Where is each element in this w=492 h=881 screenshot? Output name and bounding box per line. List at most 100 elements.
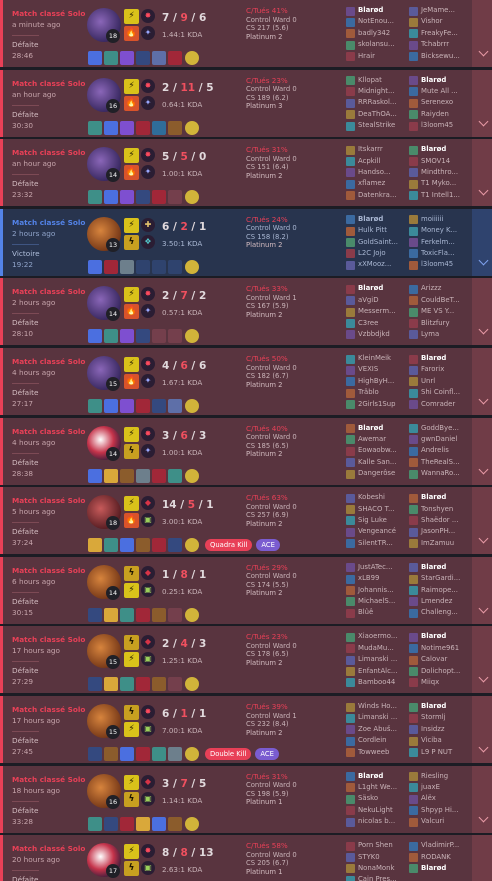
resolve-icon[interactable]: ▣ xyxy=(141,791,155,806)
trinket-icon[interactable] xyxy=(185,399,199,413)
player-entry[interactable]: Cain Pres... xyxy=(346,874,410,881)
item-slot[interactable] xyxy=(152,538,166,553)
player-entry[interactable]: JustATec... xyxy=(346,562,410,573)
domination-icon[interactable]: ◆ xyxy=(141,635,155,650)
player-entry[interactable]: Tonshyen xyxy=(409,504,473,515)
match-row[interactable]: Match classé Solo an hour ago Défaite 30:30… xyxy=(0,69,492,137)
trinket-icon[interactable] xyxy=(185,816,199,831)
player-entry[interactable]: EnfantAlc... xyxy=(346,666,410,677)
player-entry[interactable]: Shpyp Hi... xyxy=(409,805,473,816)
player-entry[interactable]: Blarød xyxy=(346,283,410,294)
item-slot[interactable] xyxy=(136,190,150,205)
item-slot[interactable] xyxy=(168,51,182,65)
item-slot[interactable] xyxy=(104,816,118,831)
player-entry[interactable]: Comrader xyxy=(409,399,473,410)
player-entry[interactable]: C3ree xyxy=(346,318,410,329)
player-entry[interactable]: l3loom45 xyxy=(409,120,473,131)
item-slot[interactable] xyxy=(152,816,166,831)
player-entry[interactable]: Tchabrrr xyxy=(409,39,473,50)
item-slot[interactable] xyxy=(136,468,150,483)
player-entry[interactable]: SHACO T... xyxy=(346,504,410,515)
item-slot[interactable] xyxy=(104,190,118,205)
item-slot[interactable] xyxy=(136,399,150,413)
expand-toggle[interactable] xyxy=(472,278,492,346)
item-slot[interactable] xyxy=(104,329,118,344)
player-entry[interactable]: L1ght We... xyxy=(346,782,410,793)
smite-icon[interactable]: ϟ xyxy=(124,565,139,581)
item-slot[interactable] xyxy=(104,51,118,65)
player-entry[interactable]: Cordlein xyxy=(346,735,410,746)
resolve-icon[interactable]: ▣ xyxy=(141,652,155,667)
player-entry[interactable]: Blarød xyxy=(409,631,473,642)
item-slot[interactable] xyxy=(120,51,134,65)
player-entry[interactable]: VEXIS xyxy=(346,364,410,375)
ignite-icon[interactable]: 🔥 xyxy=(124,513,139,529)
player-entry[interactable]: Bamboo44 xyxy=(346,677,410,688)
player-entry[interactable]: Blarød xyxy=(409,492,473,503)
domination-icon[interactable]: ◆ xyxy=(141,774,155,789)
player-entry[interactable]: Blitzfury xyxy=(409,318,473,329)
match-row[interactable]: Match classé Solo 4 hours ago Défaite 27:17… xyxy=(0,348,492,415)
player-entry[interactable]: STYK0 xyxy=(346,852,410,863)
player-entry[interactable]: StealStrike xyxy=(346,120,410,131)
player-entry[interactable]: Kobeshi xyxy=(346,492,410,503)
electrocute-icon[interactable]: ✸ xyxy=(141,844,155,859)
item-slot[interactable] xyxy=(88,468,102,483)
resolve-icon[interactable]: ▣ xyxy=(141,513,155,528)
smite-icon[interactable]: ϟ xyxy=(124,791,139,807)
flash-icon[interactable]: ⚡ xyxy=(124,287,139,303)
player-entry[interactable]: moiiiiii xyxy=(409,214,473,225)
electrocute-icon[interactable]: ✸ xyxy=(141,9,155,23)
trinket-icon[interactable] xyxy=(185,259,199,274)
ignite-icon[interactable]: 🔥 xyxy=(124,165,139,181)
item-slot[interactable] xyxy=(120,816,134,831)
player-entry[interactable]: 2Girls1Sup xyxy=(346,399,410,410)
player-entry[interactable]: Xiaoermo... xyxy=(346,631,410,642)
trinket-icon[interactable] xyxy=(185,190,199,205)
player-entry[interactable]: Blûê xyxy=(346,607,410,618)
player-entry[interactable]: SilentTR... xyxy=(346,538,410,549)
item-slot[interactable] xyxy=(152,747,166,761)
item-slot[interactable] xyxy=(168,538,182,553)
item-slot[interactable] xyxy=(104,747,118,761)
expand-toggle[interactable] xyxy=(472,487,492,555)
player-entry[interactable]: Blarød xyxy=(346,771,410,782)
trinket-icon[interactable] xyxy=(185,677,199,692)
item-slot[interactable] xyxy=(120,259,134,274)
item-slot[interactable] xyxy=(136,538,150,553)
trinket-icon[interactable] xyxy=(185,538,199,553)
flash-icon[interactable]: ⚡ xyxy=(124,582,139,598)
expand-toggle[interactable] xyxy=(472,208,492,276)
player-entry[interactable]: ToxicFla... xyxy=(409,248,473,259)
player-entry[interactable]: Valcuri xyxy=(409,816,473,827)
domination-icon[interactable]: ◆ xyxy=(141,496,155,511)
player-entry[interactable]: Bicksewu... xyxy=(409,51,473,62)
player-entry[interactable]: Dangerôse xyxy=(346,468,410,479)
player-entry[interactable]: Lyma xyxy=(409,329,473,340)
player-entry[interactable]: Shi Coinfl... xyxy=(409,387,473,398)
flash-icon[interactable]: ⚡ xyxy=(124,496,139,512)
item-slot[interactable] xyxy=(120,329,134,344)
item-slot[interactable] xyxy=(168,399,182,413)
item-slot[interactable] xyxy=(168,816,182,831)
player-entry[interactable]: KleinMeik xyxy=(346,353,410,364)
electrocute-icon[interactable]: ✸ xyxy=(141,148,155,163)
flash-icon[interactable]: ⚡ xyxy=(124,426,139,442)
item-slot[interactable] xyxy=(104,468,118,483)
player-entry[interactable]: Sig Luke xyxy=(346,515,410,526)
match-row[interactable]: Match classé Solo 2 hours ago Défaite 28:10… xyxy=(0,278,492,346)
electrocute-icon[interactable]: ✸ xyxy=(141,426,155,441)
player-entry[interactable]: Serenexo xyxy=(409,97,473,108)
item-slot[interactable] xyxy=(152,468,166,483)
expand-toggle[interactable] xyxy=(472,765,492,833)
player-entry[interactable]: Vengeancé xyxy=(346,526,410,537)
player-entry[interactable]: HighByH... xyxy=(346,376,410,387)
player-entry[interactable]: NotEnou... xyxy=(346,16,410,27)
player-entry[interactable]: Mindthro... xyxy=(409,167,473,178)
player-entry[interactable]: Mute All ... xyxy=(409,86,473,97)
player-entry[interactable]: Money K... xyxy=(409,225,473,236)
item-slot[interactable] xyxy=(88,677,102,692)
player-entry[interactable]: Limanski ... xyxy=(346,654,410,665)
item-slot[interactable] xyxy=(104,538,118,553)
player-entry[interactable]: Blarød xyxy=(409,353,473,364)
